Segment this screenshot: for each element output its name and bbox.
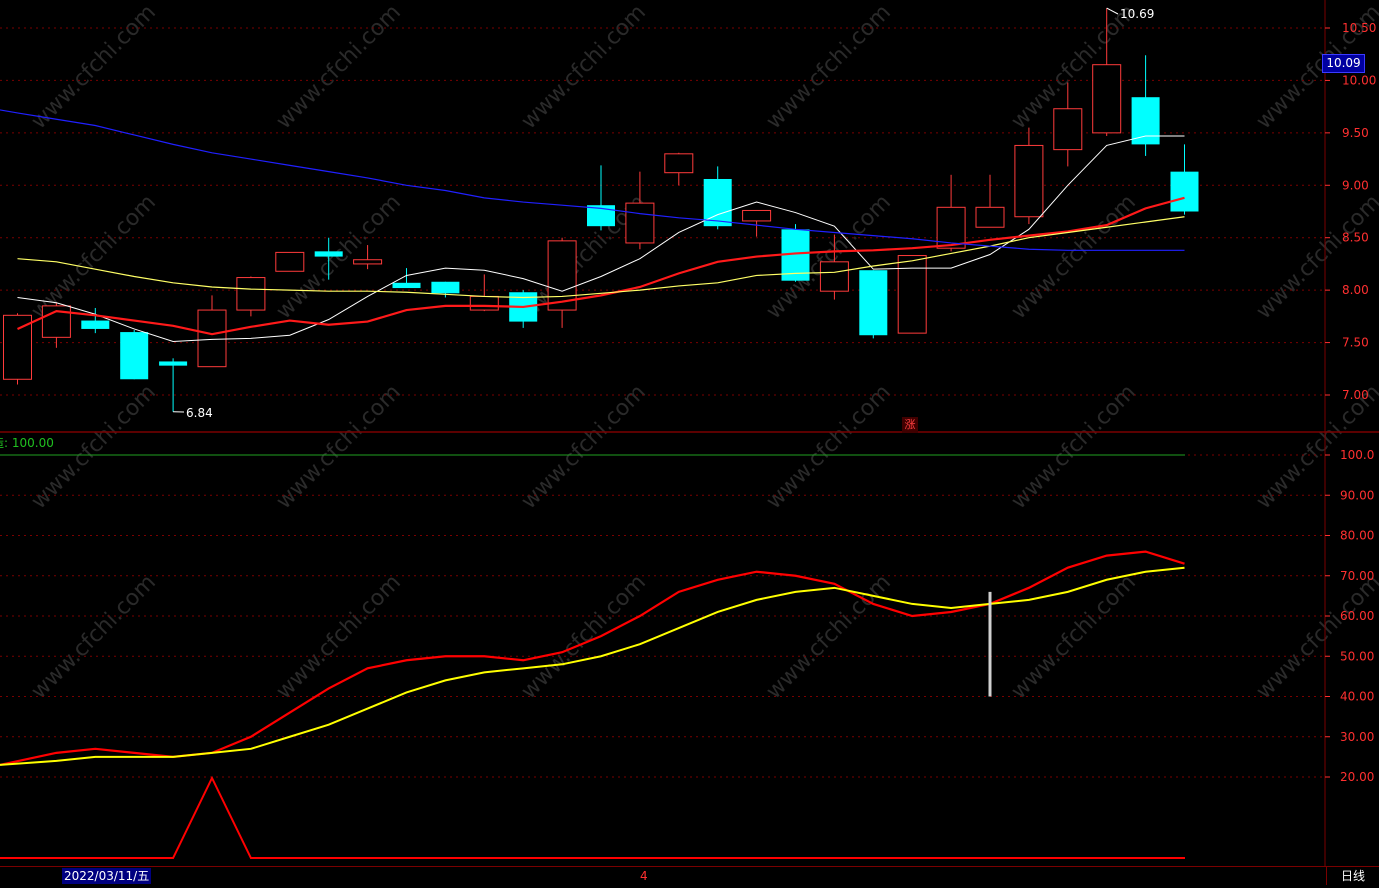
watermark-text: www.cfchi.com — [762, 0, 896, 134]
indicator-tick-label: 90.00 — [1340, 488, 1374, 502]
candle — [976, 175, 1004, 227]
watermark-text: www.cfchi.com — [272, 0, 406, 134]
candle-body-up — [820, 262, 848, 291]
watermark-text: www.cfchi.com — [27, 0, 161, 134]
candle — [1132, 55, 1160, 156]
candle — [1015, 128, 1043, 224]
candle-body-down — [315, 251, 343, 256]
indicator-tick-label: 70.00 — [1340, 569, 1374, 583]
candle — [276, 252, 304, 271]
candle-body-up — [665, 154, 693, 173]
candle-body-up — [626, 203, 654, 243]
watermark-text: www.cfchi.com — [762, 570, 896, 704]
price-tick-label: 7.50 — [1342, 336, 1369, 350]
price-tick-label: 10.50 — [1342, 21, 1376, 35]
watermark-text: www.cfchi.com — [517, 0, 651, 134]
candle-body-up — [1054, 109, 1082, 150]
candle — [548, 238, 576, 328]
watermark-text: www.cfchi.com — [27, 190, 161, 324]
indicator-panel — [0, 455, 1185, 858]
watermark-text: www.cfchi.com — [272, 380, 406, 514]
watermark-layer: www.cfchi.com www.cfchi.com www.cfchi.com w… — [27, 0, 1379, 704]
bottom-bar: 2022/03/11/五 4 日线 — [0, 866, 1379, 885]
candle — [1171, 144, 1199, 214]
candle — [120, 330, 148, 379]
candle-body-down — [1132, 97, 1160, 144]
price-tick-label: 9.00 — [1342, 178, 1369, 192]
candle-body-up — [198, 310, 226, 367]
candle-body-up — [1015, 145, 1043, 216]
low-price-label: 6.84 — [186, 406, 213, 420]
zhang-marker: 涨 — [902, 417, 918, 433]
candle-body-down — [393, 283, 421, 288]
current-price-badge: 10.09 — [1322, 54, 1365, 73]
indicator-tick-label: 30.00 — [1340, 730, 1374, 744]
ma60-lead — [0, 110, 18, 113]
candle — [859, 270, 887, 338]
candle-body-up — [976, 207, 1004, 227]
candle-body-down — [431, 282, 459, 294]
high-price-label: 10.69 — [1120, 7, 1154, 21]
candle-body-down — [1171, 172, 1199, 212]
watermark-text: www.cfchi.com — [1252, 570, 1379, 704]
candle-body-down — [159, 361, 187, 365]
candle-body-up — [237, 278, 265, 311]
watermark-text: www.cfchi.com — [517, 570, 651, 704]
candle — [665, 153, 693, 186]
price-tick-label: 9.50 — [1342, 126, 1369, 140]
stock-chart-window: www.cfchi.com www.cfchi.com www.cfchi.com w… — [0, 0, 1379, 884]
candle-body-up — [743, 210, 771, 220]
date-label[interactable]: 2022/03/11/五 — [62, 868, 151, 884]
candle — [937, 175, 965, 252]
candle — [42, 303, 70, 348]
kline-chart-canvas[interactable]: www.cfchi.com www.cfchi.com www.cfchi.com w… — [0, 0, 1379, 884]
month-marker: 4 — [640, 868, 648, 884]
indicator-tick-label: 20.00 — [1340, 770, 1374, 784]
candle-body-up — [276, 252, 304, 271]
indicator-tick-label: 80.00 — [1340, 529, 1374, 543]
candle-body-up — [1093, 65, 1121, 133]
candle-body-down — [859, 270, 887, 335]
indicator-label: 造: 100.00 — [0, 434, 54, 451]
candle-body-up — [354, 260, 382, 264]
indicator-tick-label: 60.00 — [1340, 609, 1374, 623]
watermark-text: www.cfchi.com — [27, 570, 161, 704]
grid-layer — [0, 0, 1379, 866]
candle — [393, 268, 421, 288]
candle-body-down — [120, 332, 148, 379]
candle — [159, 358, 187, 411]
indicator-tick-label: 100.0 — [1340, 448, 1374, 462]
price-tick-label: 8.50 — [1342, 231, 1369, 245]
candle — [626, 172, 654, 250]
watermark-text: www.cfchi.com — [517, 380, 651, 514]
indicator-tick-label: 40.00 — [1340, 690, 1374, 704]
candle-body-up — [470, 296, 498, 310]
indicator-tick-label: 50.00 — [1340, 649, 1374, 663]
watermark-text: www.cfchi.com — [762, 380, 896, 514]
watermark-text: www.cfchi.com — [1252, 190, 1379, 324]
price-tick-label: 10.00 — [1342, 73, 1376, 87]
candle — [587, 165, 615, 230]
candle — [898, 256, 926, 334]
candle — [237, 277, 265, 317]
candle-body-down — [81, 321, 109, 329]
bottom-signal-line — [0, 778, 1185, 858]
period-label[interactable]: 日线 — [1326, 867, 1379, 885]
watermark-text: www.cfchi.com — [1007, 380, 1141, 514]
price-tick-label: 7.00 — [1342, 388, 1369, 402]
candle-body-up — [898, 256, 926, 334]
price-tick-label: 8.00 — [1342, 283, 1369, 297]
